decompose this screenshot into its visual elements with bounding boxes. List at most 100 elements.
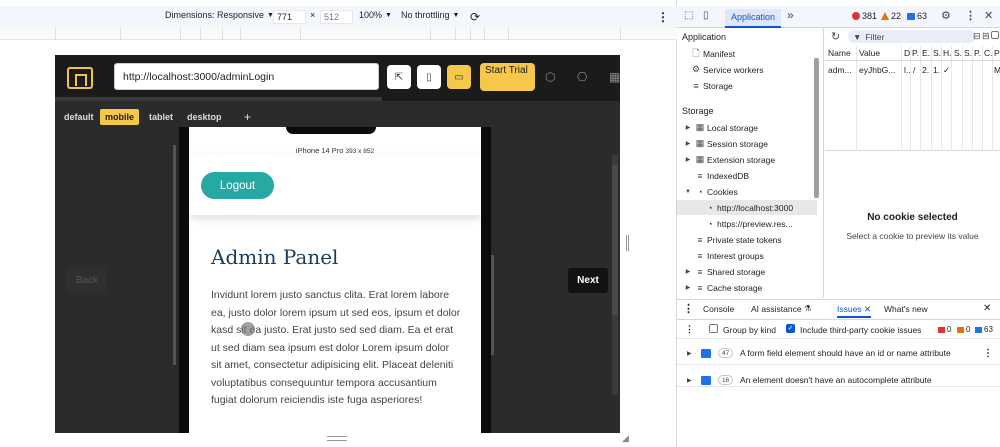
group-by-kind-checkbox[interactable] [709,324,718,333]
height-input[interactable]: 512 [320,10,353,24]
warning-count[interactable]: 22 [881,11,901,21]
tab-console[interactable]: Console [703,304,734,314]
resize-handle-right[interactable] [626,235,629,251]
tab-mobile[interactable]: mobile [100,109,140,125]
expand-arrow-icon[interactable]: ▶ [683,140,693,147]
column-header[interactable]: S. [964,48,972,58]
url-underline [55,97,382,101]
devtools-panel: ⬚ ▯ Application » 381 22 63 ⚙ ⋮ ✕ Applic… [677,0,1000,447]
filter-input[interactable]: ▼ Filter [848,30,976,43]
sidebar-item-session-storage[interactable]: ▶ ▦ Session storage [677,136,817,151]
sidebar-item-manifest[interactable]: 🗋 Manifest [677,46,817,61]
sidebar-item-service-workers[interactable]: ⚙ Service workers [677,62,817,77]
inspect-icon[interactable]: ⬚ [684,10,693,21]
clear-filtered-icon[interactable]: ⊟ [973,31,981,42]
resize-handle-bottom[interactable] [327,436,347,441]
add-tab-button[interactable]: + [239,109,256,125]
responsive-view-icon[interactable]: ▭ [447,65,471,89]
table-row[interactable]: adm... eyJhbG... l.. / 2. 1. ✓ M [825,61,1000,75]
column-header[interactable]: Value [859,48,880,58]
sidebar-item-label: Cache storage [707,282,763,293]
tab-tablet[interactable]: tablet [144,109,178,125]
grid-icon[interactable]: ▦ [609,70,620,84]
issues-menu-icon[interactable]: ⋮ [685,324,694,335]
refresh-icon[interactable]: ↻ [831,30,840,43]
tab-whats-new[interactable]: What's new [884,304,928,314]
column-header[interactable]: Name [828,48,851,58]
sidebar-item-label: Extension storage [707,154,776,165]
back-button[interactable]: Back [67,267,107,293]
sidebar-item-local-storage[interactable]: ▶ ▦ Local storage [677,120,817,135]
sidebar-item-indexeddb[interactable]: ≡ IndexedDB [677,168,817,183]
logout-button[interactable]: Logout [201,172,274,199]
viewport-scroll-thumb[interactable] [612,165,618,315]
tab-issues[interactable]: Issues ✕ [837,304,872,318]
column-header[interactable]: P [994,48,1000,58]
start-trial-button[interactable]: Start Trial [480,63,535,91]
tab-desktop[interactable]: desktop [182,109,227,125]
sidebar-item-private-state-tokens[interactable]: ≡ Private state tokens [677,232,817,247]
sidebar-item-extension-storage[interactable]: ▶ ▦ Extension storage [677,152,817,167]
zoom-dropdown[interactable]: 100% ▼ [359,10,392,20]
url-input[interactable]: http://localhost:3000/adminLogin [114,63,379,90]
column-header[interactable]: E. [922,48,930,58]
expand-arrow-icon[interactable]: ▶ [683,156,693,163]
issue-menu-icon[interactable]: ⋮ [983,348,993,359]
mobile-view-icon[interactable]: ▯ [417,65,441,89]
sidebar-item-cache-storage[interactable]: ▶ ≡ Cache storage [677,280,817,295]
throttling-dropdown[interactable]: No throttling ▼ [401,10,459,20]
tab-ai-assistance[interactable]: AI assistance [751,304,802,314]
sidebar-item-storage[interactable]: ≡ Storage [677,78,817,93]
expand-arrow-icon[interactable]: ▶ [683,268,693,275]
column-header[interactable]: S. [954,48,962,58]
close-tab-icon[interactable]: ✕ [864,304,871,314]
sidebar-item-interest-groups[interactable]: ≡ Interest groups [677,248,817,263]
warning-count-value: 22 [891,11,902,21]
issue-row[interactable]: ▶ 16 An element doesn't have an autocomp… [677,370,1000,390]
collapse-arrow-icon[interactable]: ▼ [683,189,693,195]
sidebar-item-shared-storage[interactable]: ▶ ≡ Shared storage [677,264,817,279]
issue-row[interactable]: ▶ 47 A form field element should have an… [677,343,1000,363]
third-party-checkbox[interactable]: ✓ [786,324,795,333]
cube-icon[interactable]: ⬡ [545,70,555,84]
close-drawer-icon[interactable]: ✕ [983,303,991,314]
issue-count-orange: 0 [957,325,970,334]
resize-corner-icon[interactable]: ◢ [622,433,629,444]
sidebar-item-label: Local storage [707,122,759,133]
settings-gear-icon[interactable]: ⚙ [941,9,951,22]
info-icon [907,12,915,20]
sidebar-item-cookies[interactable]: ▼ ◔ Cookies [677,184,817,199]
expand-arrow-icon[interactable]: ▶ [683,284,693,291]
devtools-drawer: ⋮ Console AI assistance ⚗ Issues ✕ What'… [677,299,1000,447]
info-count[interactable]: 63 [907,11,927,21]
column-header[interactable]: S. [933,48,941,58]
error-count[interactable]: 381 [852,11,877,21]
sidebar-scrollbar[interactable] [814,58,819,198]
rotate-icon[interactable]: ⟳ [470,10,480,24]
column-header[interactable]: P. [912,48,919,58]
next-button[interactable]: Next [568,268,608,293]
only-issues-checkbox[interactable] [991,31,999,39]
more-options-icon[interactable]: ⋮ [965,9,976,22]
more-tabs-icon[interactable]: » [787,8,794,22]
layers-icon[interactable]: ⎔ [577,70,587,84]
close-icon[interactable]: ✕ [984,9,993,22]
device-toggle-icon[interactable]: ▯ [703,10,709,21]
drawer-menu-icon[interactable]: ⋮ [683,302,694,315]
more-options-icon[interactable]: ⋮ [657,10,669,24]
device-emulation-pane: Dimensions: Responsive ▼ 771 × 512 100% … [0,0,677,447]
delete-selected-icon[interactable]: ✕ [982,30,990,41]
tab-default[interactable]: default [59,109,99,125]
sidebar-item-cookie-preview[interactable]: ◔ https://preview.res... [677,216,817,231]
width-input[interactable]: 771 [273,10,306,24]
expand-arrow-icon[interactable]: ▶ [687,350,692,357]
grid-icon: ▦ [695,138,705,148]
expand-arrow-icon[interactable]: ▶ [687,377,692,384]
app-logo-icon[interactable] [67,67,93,89]
expand-arrow-icon[interactable]: ▶ [683,124,693,131]
tab-application[interactable]: Application [725,9,782,28]
cursor-tool-icon[interactable]: ⇱ [387,65,411,89]
column-header[interactable]: P. [974,48,981,58]
sidebar-item-cookie-localhost[interactable]: ◔ http://localhost:3000 [677,200,817,215]
dimensions-dropdown[interactable]: Dimensions: Responsive ▼ [165,10,274,20]
